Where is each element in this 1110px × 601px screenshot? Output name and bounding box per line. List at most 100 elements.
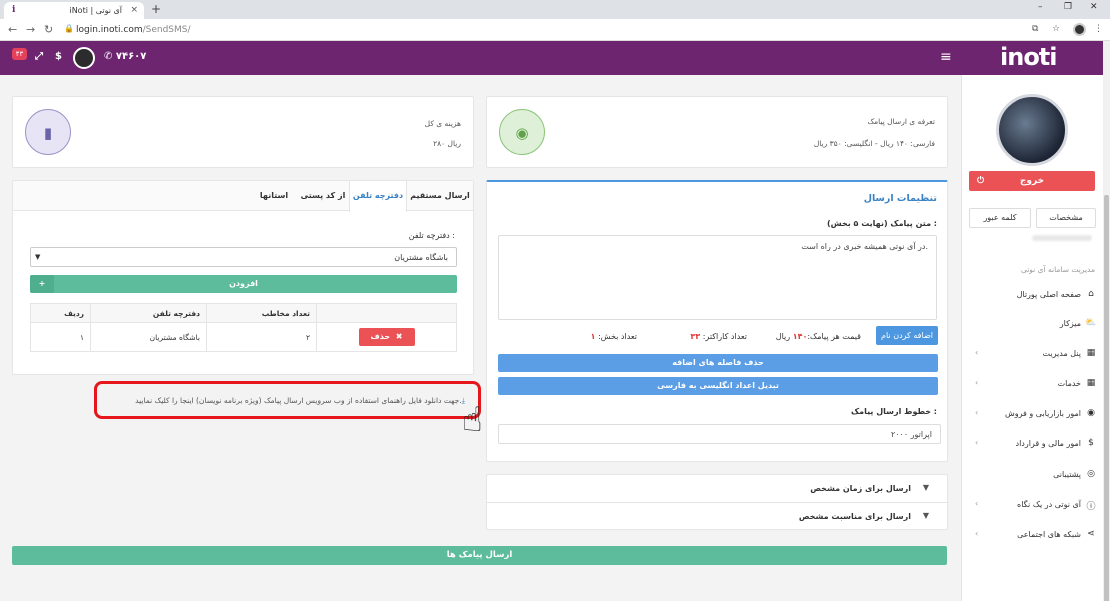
reload-icon[interactable]: ↻ [44, 23, 53, 36]
tab-direct-send[interactable]: ارسال مستقیم [407, 181, 473, 211]
support-icon: ◎ [1087, 469, 1095, 479]
message-label: متن پیامک (نهایت ۵ بخش) : [826, 219, 937, 228]
cloud-icon: ⛅ [1085, 318, 1097, 328]
tab-password[interactable]: کلمه عبور [969, 208, 1031, 228]
sidebar-item-at-a-glance[interactable]: ‹ ⓘ آی نوتی در یک نگاه [961, 491, 1103, 521]
chevron-left-icon: ‹ [975, 348, 979, 357]
send-line-select[interactable]: اپراتور ۲۰۰۰ [498, 424, 941, 444]
plus-icon: + [30, 275, 54, 293]
tariff-title: تعرفه ی ارسال پیامک [867, 117, 935, 126]
lock-icon: 🔒 [64, 24, 74, 33]
chevron-left-icon: ‹ [975, 378, 979, 387]
power-icon: ⏻ [977, 176, 985, 186]
part-count: تعداد بخش: ۱ [590, 332, 637, 341]
column-header-contact-count: تعداد مخاطب [206, 303, 317, 323]
message-text: در آی نوتی همیشه خبری در راه است. [801, 242, 928, 251]
sidebar-item-admin-panel[interactable]: ‹ ▦ پنل مدیریت [961, 340, 1103, 370]
download-guide-link[interactable]: جهت دانلود فایل راهنمای استفاده از وب سر… [135, 396, 465, 406]
panel-icon: ▦ [1086, 348, 1096, 358]
services-icon: ▦ [1086, 378, 1096, 388]
chevron-left-icon: ‹ [975, 408, 979, 417]
schedule-accordion: ▼ ارسال برای زمان مشخص ▼ ارسال برای مناس… [486, 474, 948, 530]
accordion-timed-send[interactable]: ▼ ارسال برای زمان مشخص [487, 475, 947, 503]
chevron-left-icon: ‹ [975, 529, 979, 538]
browser-tab-bar: i iNoti | آی نوتی × + – ❐ ✕ [0, 0, 1110, 19]
remove-extra-spaces-button[interactable]: حذف فاصله های اضافه [498, 354, 938, 372]
tab-title: iNoti | آی نوتی [69, 6, 122, 15]
cell-index: ۱ [30, 322, 91, 352]
url-host: login.inoti.com [76, 25, 143, 35]
dollar-icon: $ [1088, 438, 1094, 448]
forward-arrow-icon[interactable]: → [26, 23, 35, 36]
column-header-phonebook: دفترچه تلفن [90, 303, 207, 323]
accordion-occasion-send[interactable]: ▼ ارسال برای مناسبت مشخص [487, 503, 947, 531]
pointer-hand-icon: ☝ [462, 400, 483, 440]
send-line-value: اپراتور ۲۰۰۰ [890, 430, 932, 439]
chevron-left-icon: ‹ [975, 438, 979, 447]
sidebar-item-services[interactable]: ‹ ▦ خدمات [961, 370, 1103, 400]
url-field[interactable]: 🔒 login.inoti.com/SendSMS/ [62, 22, 1022, 38]
tab-phonebook[interactable]: دفترچه تلفن [349, 181, 407, 212]
add-name-button[interactable]: اضافه کردن نام [876, 326, 938, 345]
caret-down-icon: ▼ [922, 483, 929, 492]
app-header: ۴۳ ⤢ $ ✆ ۷۴۶۰۷ ≡ inoti [0, 41, 1103, 75]
convert-digits-button[interactable]: تبدیل اعداد انگلیسی به فارسی [498, 377, 938, 395]
send-sms-button[interactable]: ارسال پیامک ها [12, 546, 947, 565]
phonebook-table: ردیف دفترچه تلفن تعداد مخاطب ۱ باشگاه مش… [30, 303, 457, 352]
chevron-left-icon: ‹ [975, 499, 979, 508]
column-header-index: ردیف [30, 303, 91, 323]
dollar-icon[interactable]: $ [55, 51, 62, 62]
character-count: تعداد کاراکتر: ۳۳ [690, 332, 747, 341]
sidebar-item-portal-home[interactable]: ⌂ صفحه اصلی پورتال [961, 281, 1103, 311]
table-header-row: ردیف دفترچه تلفن تعداد مخاطب [30, 303, 457, 323]
send-line-label: خطوط ارسال پیامک : [850, 407, 937, 416]
hamburger-menu-icon[interactable]: ≡ [940, 49, 952, 65]
caret-down-icon: ▼ [35, 253, 41, 261]
header-phone: ۷۴۶۰۷ [115, 51, 147, 62]
table-row: ۱ باشگاه مشتریان ۲ حذف ✖ [30, 322, 457, 352]
back-arrow-icon[interactable]: ← [8, 23, 17, 36]
tariff-detail: فارسی: ۱۴۰ ریال - انگلیسی: ۳۵۰ ریال [813, 139, 935, 148]
page-scrollbar[interactable] [1103, 41, 1110, 601]
header-avatar[interactable] [73, 47, 95, 69]
sidebar-item-finance[interactable]: ‹ $ امور مالی و قرارداد [961, 430, 1103, 460]
tab-profile[interactable]: مشخصات [1036, 208, 1096, 228]
sidebar-item-social[interactable]: ‹ ⋖ شبکه های اجتماعی [961, 521, 1103, 551]
logout-button[interactable]: ⏻ خروج [969, 171, 1095, 191]
profile-photo [996, 94, 1068, 166]
share-icon: ⋖ [1087, 529, 1095, 539]
inoti-favicon-icon: i [12, 5, 16, 15]
add-phonebook-button[interactable]: + افزودن [30, 275, 457, 293]
sidebar-item-desk[interactable]: ⛅ میزکار [961, 310, 1103, 340]
phonebook-select[interactable]: ▼ باشگاه مشتریان [30, 247, 457, 267]
sidebar-heading: مدیریت سامانه آی نوتی [1020, 265, 1095, 274]
browser-profile-avatar[interactable] [1073, 23, 1086, 36]
price-per-sms: قیمت هر پیامک:۱۴۰ ریال [775, 332, 861, 341]
tab-postal-code[interactable]: از کد پستی [297, 181, 349, 211]
sidebar-item-support[interactable]: ◎ پشتیبانی [961, 461, 1103, 491]
address-bar-row: ← → ↻ 🔒 login.inoti.com/SendSMS/ ⧉ ☆ ⋮ [0, 19, 1110, 41]
minimize-icon[interactable]: – [1038, 2, 1043, 12]
total-cost-card: ▮ هزینه ی کل ۲۸۰ ریال [12, 96, 474, 168]
sidebar-item-marketing[interactable]: ‹ ◉ امور بازاریابی و فروش [961, 400, 1103, 430]
maximize-icon[interactable]: ❐ [1064, 2, 1072, 12]
inoti-logo[interactable]: inoti [1000, 43, 1057, 71]
tab-provinces[interactable]: استانها [251, 181, 297, 211]
bookmark-star-icon[interactable]: ☆ [1052, 24, 1060, 34]
browser-tab[interactable]: i iNoti | آی نوتی × [4, 2, 144, 19]
close-window-icon[interactable]: ✕ [1090, 2, 1098, 12]
new-tab-button[interactable]: + [151, 2, 161, 16]
fullscreen-icon[interactable]: ⤢ [35, 51, 43, 62]
notification-badge[interactable]: ۴۳ [12, 48, 27, 60]
message-textarea[interactable]: در آی نوتی همیشه خبری در راه است. [498, 235, 937, 320]
scrollbar-thumb[interactable] [1104, 195, 1109, 601]
close-icon: ✖ [395, 332, 403, 341]
bar-chart-icon: ▮ [25, 109, 71, 155]
translate-icon[interactable]: ⧉ [1032, 24, 1038, 34]
delete-button[interactable]: حذف ✖ [358, 328, 415, 346]
tariff-card: ◉ تعرفه ی ارسال پیامک فارسی: ۱۴۰ ریال - … [486, 96, 948, 168]
browser-menu-icon[interactable]: ⋮ [1094, 24, 1103, 34]
close-tab-icon[interactable]: × [130, 5, 138, 15]
recipients-card: ارسال مستقیم دفترچه تلفن از کد پستی استا… [12, 180, 474, 375]
info-icon: ⓘ [1086, 502, 1096, 512]
